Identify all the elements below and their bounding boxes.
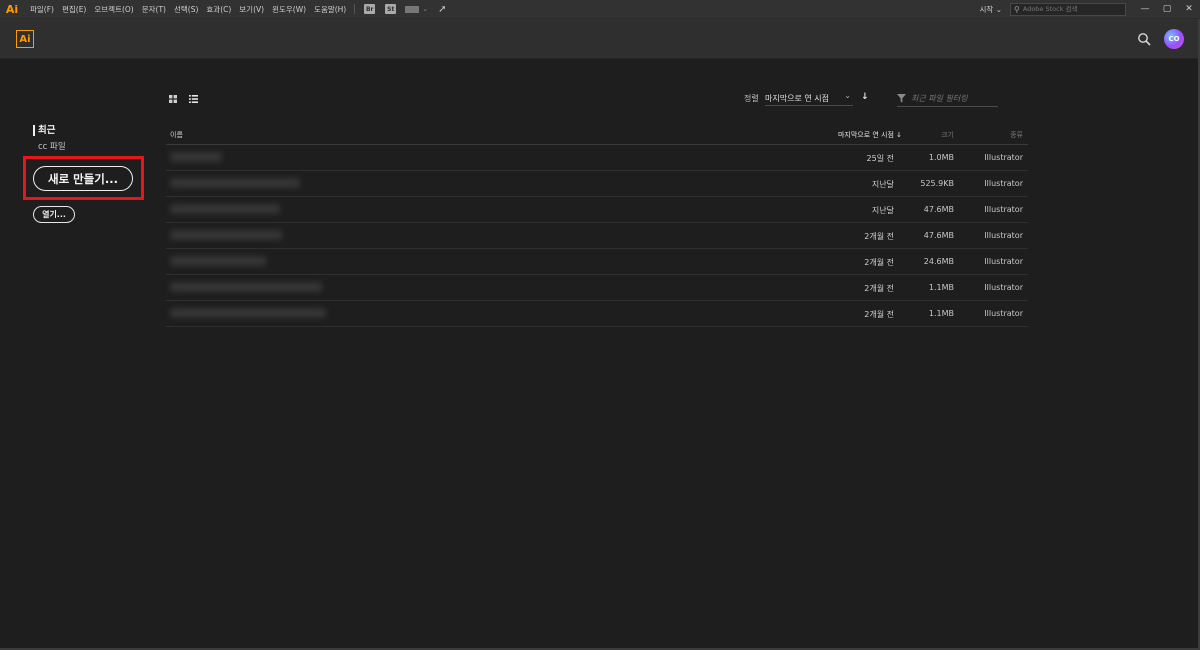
menu-bar: Ai 파일(F) 편집(E) 오브젝트(O) 문자(T) 선택(S) 효과(C)… — [0, 0, 1200, 19]
user-avatar[interactable]: CO — [1164, 29, 1184, 49]
sort-direction-button[interactable]: ↓ — [861, 92, 869, 102]
menu-separator — [354, 4, 356, 14]
app-header: Ai CO — [0, 19, 1200, 59]
table-row[interactable]: 25일 전 1.0MB Illustrator — [166, 145, 1028, 171]
table-row[interactable]: 지난달 525.9KB Illustrator — [166, 171, 1028, 197]
table-row[interactable]: 지난달 47.6MB Illustrator — [166, 197, 1028, 223]
file-type: Illustrator — [984, 205, 1023, 214]
menu-view[interactable]: 보기(V) — [235, 4, 268, 15]
menu-help[interactable]: 도움말(H) — [310, 4, 350, 15]
grid-view-icon[interactable] — [169, 95, 177, 103]
column-name[interactable]: 이름 — [170, 130, 183, 140]
workspace-label: 시작 — [979, 4, 994, 14]
menu-bar-right: 시작 ⌄ ⚲ — ▢ ✕ — [972, 0, 1200, 18]
bridge-icon[interactable]: Br — [364, 4, 376, 14]
close-button[interactable]: ✕ — [1178, 0, 1200, 18]
file-last-opened: 지난달 — [871, 206, 894, 215]
file-name-blurred — [170, 230, 282, 240]
filter-icon — [897, 93, 906, 103]
table-row[interactable]: 2개월 전 1.1MB Illustrator — [166, 275, 1028, 301]
file-type: Illustrator — [984, 231, 1023, 240]
file-size: 1.0MB — [928, 153, 954, 162]
file-last-opened: 2개월 전 — [864, 284, 894, 293]
sort-value: 마지막으로 연 시점 — [765, 93, 829, 103]
file-size: 1.1MB — [928, 283, 954, 292]
sort-label: 정렬 — [744, 94, 759, 103]
menu-select[interactable]: 선택(S) — [170, 4, 202, 15]
nav-recent[interactable]: 최근 — [33, 125, 55, 136]
file-size: 24.6MB — [923, 257, 954, 266]
column-size[interactable]: 크기 — [941, 130, 954, 140]
stock-search-input[interactable] — [1022, 5, 1113, 13]
file-last-opened: 지난달 — [871, 180, 894, 189]
stock-icon[interactable]: St — [385, 4, 397, 14]
file-name-blurred — [170, 178, 300, 188]
menu-type[interactable]: 문자(T) — [138, 4, 170, 15]
nav-cc-files[interactable]: cc 파일 — [38, 140, 66, 152]
gpu-performance-icon[interactable]: ➚ — [438, 4, 446, 15]
chevron-down-icon: ⌄ — [995, 4, 1002, 14]
arrange-documents-icon[interactable]: ⌄ — [405, 5, 428, 13]
file-type: Illustrator — [984, 257, 1023, 266]
app-icon[interactable]: Ai — [4, 1, 20, 17]
column-type[interactable]: 종류 — [1010, 130, 1023, 140]
open-button[interactable]: 열기... — [33, 206, 75, 223]
menu-window[interactable]: 윈도우(W) — [268, 4, 310, 15]
file-last-opened: 2개월 전 — [864, 232, 894, 241]
file-name-blurred — [170, 256, 266, 266]
avatar-initials: CO — [1168, 35, 1180, 43]
create-new-button[interactable]: 새로 만들기... — [33, 166, 133, 191]
file-name-blurred — [170, 204, 280, 214]
search-icon: ⚲ — [1014, 4, 1020, 14]
file-name-blurred — [170, 282, 322, 292]
menu-file[interactable]: 파일(F) — [26, 4, 58, 15]
file-type: Illustrator — [984, 283, 1023, 292]
file-filter[interactable] — [897, 90, 998, 107]
file-name-blurred — [170, 308, 326, 318]
table-row[interactable]: 2개월 전 47.6MB Illustrator — [166, 223, 1028, 249]
column-last-opened[interactable]: 마지막으로 연 시점 ↓ — [838, 130, 902, 140]
menu-object[interactable]: 오브젝트(O) — [90, 4, 137, 15]
file-size: 47.6MB — [923, 231, 954, 240]
stock-search-box[interactable]: ⚲ — [1010, 2, 1126, 16]
file-type: Illustrator — [984, 309, 1023, 318]
table-row[interactable]: 2개월 전 24.6MB Illustrator — [166, 249, 1028, 275]
menu-effect[interactable]: 효과(C) — [202, 4, 235, 15]
sort-dropdown[interactable]: 마지막으로 연 시점 ⌄ — [765, 91, 853, 106]
search-icon[interactable] — [1137, 32, 1151, 46]
file-last-opened: 25일 전 — [866, 154, 894, 163]
file-type: Illustrator — [984, 153, 1023, 162]
filter-input[interactable] — [911, 93, 997, 103]
recent-files-table: 이름 마지막으로 연 시점 ↓ 크기 종류 25일 전 1.0MB Illust… — [166, 124, 1028, 327]
workspace-switcher[interactable]: 시작 ⌄ — [972, 4, 1011, 15]
table-row[interactable]: 2개월 전 1.1MB Illustrator — [166, 301, 1028, 327]
list-view-icon[interactable] — [189, 95, 198, 103]
minimize-button[interactable]: — — [1134, 0, 1156, 18]
maximize-button[interactable]: ▢ — [1156, 0, 1178, 18]
menu-edit[interactable]: 편집(E) — [58, 4, 90, 15]
file-last-opened: 2개월 전 — [864, 258, 894, 267]
file-size: 525.9KB — [920, 179, 954, 188]
file-size: 47.6MB — [923, 205, 954, 214]
illustrator-logo: Ai — [16, 30, 34, 48]
file-name-blurred — [170, 152, 222, 162]
table-header: 이름 마지막으로 연 시점 ↓ 크기 종류 — [166, 124, 1028, 145]
file-size: 1.1MB — [928, 309, 954, 318]
file-type: Illustrator — [984, 179, 1023, 188]
chevron-down-icon: ⌄ — [844, 91, 851, 100]
file-last-opened: 2개월 전 — [864, 310, 894, 319]
